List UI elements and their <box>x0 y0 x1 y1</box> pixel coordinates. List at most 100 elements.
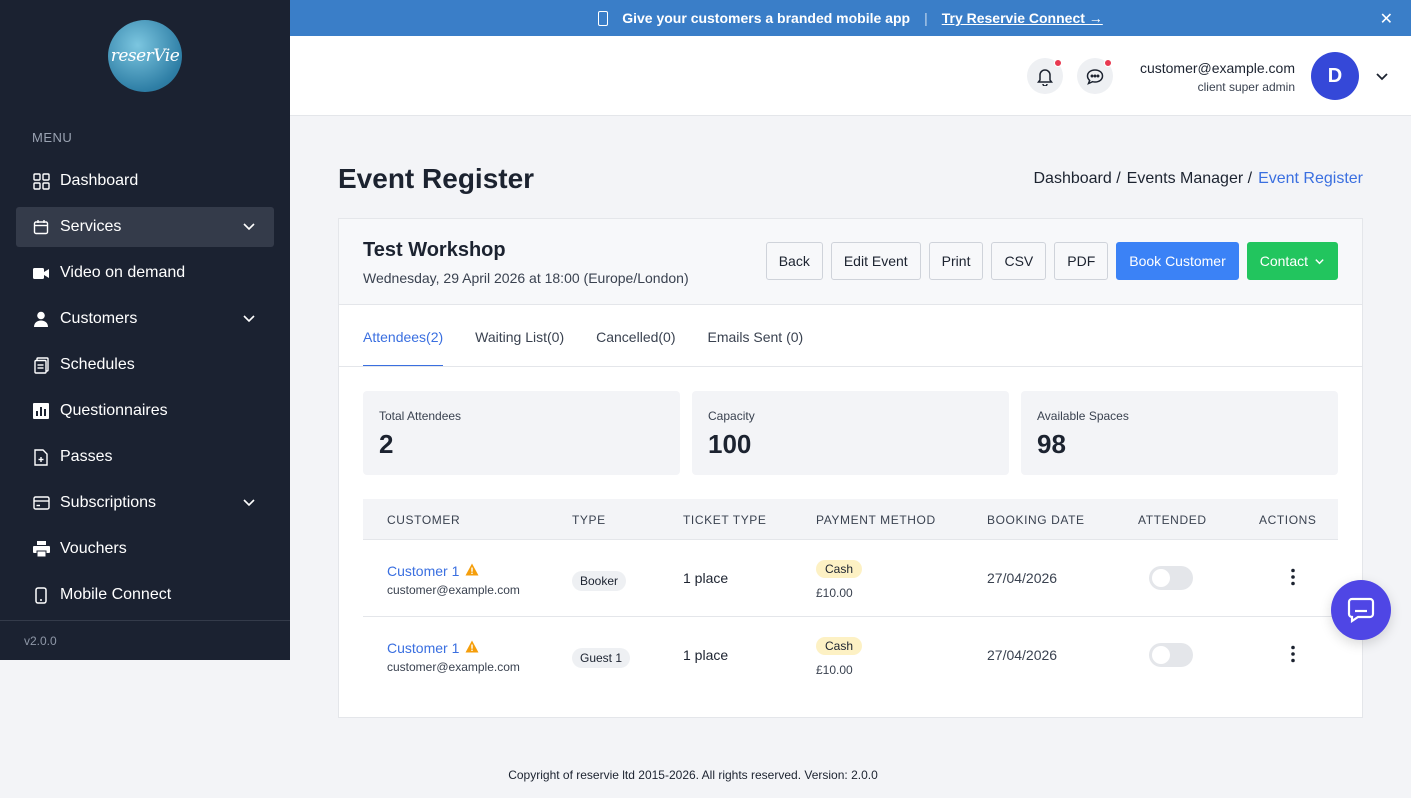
event-name: Test Workshop <box>363 239 506 261</box>
printer-icon <box>32 540 50 558</box>
toggle-knob <box>1152 569 1170 587</box>
more-actions-icon[interactable] <box>1291 568 1295 591</box>
sidebar-item-label: Schedules <box>60 356 135 373</box>
sidebar-item-schedules[interactable]: Schedules <box>16 345 274 385</box>
event-header: Test Workshop Wednesday, 29 April 2026 a… <box>339 219 1362 305</box>
print-button[interactable]: Print <box>928 242 984 280</box>
stat-label: Available Spaces <box>1037 409 1129 423</box>
sidebar: reserVie MENU Dashboard Services Video o… <box>0 0 290 660</box>
back-button[interactable]: Back <box>765 242 823 280</box>
breadcrumb-dashboard[interactable]: Dashboard / <box>1033 170 1120 188</box>
column-header-payment-method: PAYMENT METHOD <box>816 513 936 527</box>
messages-button[interactable] <box>1077 58 1113 94</box>
breadcrumb-events-manager[interactable]: Events Manager / <box>1127 170 1252 188</box>
column-header-booking-date: BOOKING DATE <box>987 513 1085 527</box>
customer-name-link[interactable]: Customer 1 <box>387 563 459 579</box>
chat-bubble-icon <box>1086 68 1104 85</box>
reservie-logo[interactable]: reserVie <box>108 20 182 92</box>
more-actions-icon[interactable] <box>1291 645 1295 668</box>
grid-icon <box>32 172 50 190</box>
sidebar-item-dashboard[interactable]: Dashboard <box>16 161 274 201</box>
sidebar-footer: v2.0.0 <box>0 620 290 660</box>
payment-amount: £10.00 <box>816 663 853 677</box>
footer-copyright: Copyright of reservie ltd 2015-2026. All… <box>508 768 878 782</box>
sidebar-item-label: Services <box>60 218 122 235</box>
contact-button[interactable]: Contact <box>1246 242 1338 280</box>
video-icon <box>32 264 50 282</box>
sidebar-item-vouchers[interactable]: Vouchers <box>16 529 274 569</box>
sidebar-item-label: Mobile Connect <box>60 586 172 603</box>
stat-value: 100 <box>708 429 752 459</box>
sidebar-item-label: Subscriptions <box>60 494 157 511</box>
version-label: v2.0.0 <box>24 634 57 648</box>
ticket-type: 1 place <box>683 570 729 586</box>
banner-text: Give your customers a branded mobile app <box>622 10 911 26</box>
chat-widget-button[interactable] <box>1331 580 1391 640</box>
event-actions: Back Edit Event Print CSV PDF Book Custo… <box>765 242 1338 280</box>
sidebar-item-label: Dashboard <box>60 172 139 189</box>
sidebar-item-services[interactable]: Services <box>16 207 274 247</box>
sidebar-item-questionnaires[interactable]: Questionnaires <box>16 391 274 431</box>
logo-text: reserVie <box>110 46 180 66</box>
type-badge: Booker <box>572 571 627 591</box>
table-row: Customer 1 customer@example.com Guest 1 … <box>363 617 1338 694</box>
toggle-knob <box>1152 646 1170 664</box>
chevron-down-icon[interactable] <box>1375 70 1389 89</box>
sidebar-item-label: Vouchers <box>60 540 127 557</box>
card-icon <box>32 494 50 512</box>
sidebar-item-label: Video on demand <box>60 264 186 281</box>
notifications-button[interactable] <box>1027 58 1063 94</box>
banner-separator: | <box>924 10 928 26</box>
user-role: client super admin <box>1197 80 1295 94</box>
tab-emails-sent[interactable]: Emails Sent (0) <box>708 329 804 367</box>
chat-icon <box>1347 597 1375 623</box>
sidebar-item-label: Passes <box>60 448 113 465</box>
customer-email: customer@example.com <box>387 660 520 674</box>
stat-label: Capacity <box>708 409 755 423</box>
tabs: Attendees(2) Waiting List(0) Cancelled(0… <box>363 329 803 367</box>
phone-icon <box>32 586 50 604</box>
payment-method-badge: Cash <box>816 560 863 578</box>
phone-icon <box>598 10 609 26</box>
stat-total-attendees: Total Attendees 2 <box>363 391 680 475</box>
table-header: CUSTOMER TYPE TICKET TYPE PAYMENT METHOD… <box>363 499 1338 540</box>
sidebar-item-passes[interactable]: Passes <box>16 437 274 477</box>
edit-event-button[interactable]: Edit Event <box>830 242 921 280</box>
stat-value: 98 <box>1037 429 1066 459</box>
stat-available-spaces: Available Spaces 98 <box>1021 391 1338 475</box>
contact-label: Contact <box>1259 253 1308 269</box>
warning-icon <box>465 640 479 658</box>
column-header-attended: ATTENDED <box>1138 513 1207 527</box>
avatar[interactable]: D <box>1311 52 1359 100</box>
column-header-actions: ACTIONS <box>1259 513 1317 527</box>
chevron-down-icon <box>242 495 256 514</box>
tab-waiting-list[interactable]: Waiting List(0) <box>475 329 564 367</box>
pdf-button[interactable]: PDF <box>1054 242 1109 280</box>
attended-toggle[interactable] <box>1149 643 1193 667</box>
notification-dot <box>1104 59 1112 67</box>
chevron-down-icon <box>242 311 256 330</box>
banner-link[interactable]: Try Reservie Connect → <box>942 10 1103 26</box>
table-row: Customer 1 customer@example.com Booker 1… <box>363 540 1338 617</box>
promo-banner: Give your customers a branded mobile app… <box>290 0 1411 36</box>
user-email: customer@example.com <box>1139 60 1295 76</box>
calendar-icon <box>32 218 50 236</box>
sidebar-item-subscriptions[interactable]: Subscriptions <box>16 483 274 523</box>
csv-button[interactable]: CSV <box>991 242 1047 280</box>
clipboard-icon <box>32 356 50 374</box>
book-customer-button[interactable]: Book Customer <box>1116 242 1239 280</box>
tab-cancelled[interactable]: Cancelled(0) <box>596 329 675 367</box>
sidebar-item-video-on-demand[interactable]: Video on demand <box>16 253 274 293</box>
sidebar-item-label: Questionnaires <box>60 402 168 419</box>
customer-name-link[interactable]: Customer 1 <box>387 640 459 656</box>
close-icon[interactable]: ✕ <box>1380 9 1393 29</box>
stat-capacity: Capacity 100 <box>692 391 1009 475</box>
booking-date: 27/04/2026 <box>987 647 1058 663</box>
chevron-down-icon <box>1315 258 1324 264</box>
document-icon <box>32 448 50 466</box>
tab-attendees[interactable]: Attendees(2) <box>363 329 444 367</box>
breadcrumb-current: Event Register <box>1258 170 1363 187</box>
sidebar-item-mobile-connect[interactable]: Mobile Connect <box>16 575 274 615</box>
sidebar-item-customers[interactable]: Customers <box>16 299 274 339</box>
attended-toggle[interactable] <box>1149 566 1193 590</box>
